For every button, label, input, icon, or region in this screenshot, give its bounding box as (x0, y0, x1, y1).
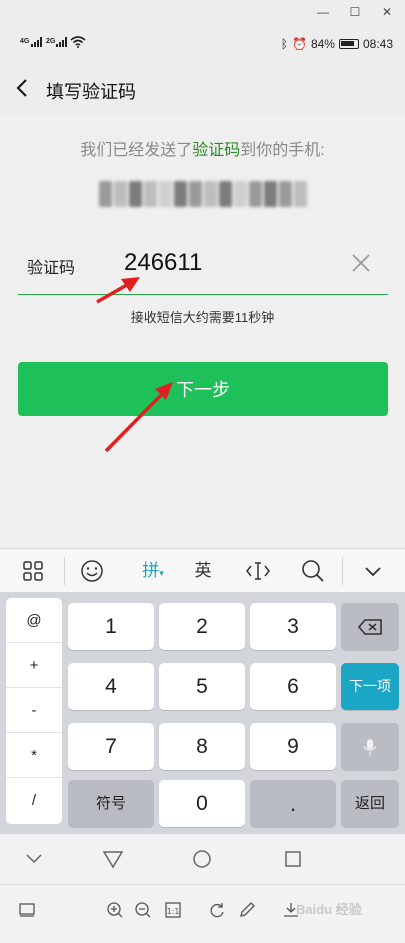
pinyin-input-toggle[interactable]: 拼▾ (134, 559, 172, 583)
digit-key-5[interactable]: 5 (159, 663, 245, 710)
nav-recents-icon[interactable] (284, 850, 302, 868)
digit-key-4[interactable]: 4 (68, 663, 154, 710)
code-label: 验证码 (27, 260, 76, 277)
input-underline (18, 294, 388, 295)
english-input-toggle[interactable]: 英 (188, 559, 218, 583)
grid-menu-icon[interactable] (18, 559, 48, 583)
nav-home-icon[interactable] (192, 849, 212, 869)
status-right: ᛒ ⏰ 84% 08:43 (281, 37, 393, 51)
symbol-key[interactable]: + (6, 643, 62, 688)
verification-code-input[interactable] (124, 246, 324, 280)
digit-key-1[interactable]: 1 (68, 603, 154, 650)
digit-key-9[interactable]: 9 (250, 723, 336, 770)
svg-text:1:1: 1:1 (167, 907, 180, 916)
pinyin-label: 拼 (142, 561, 160, 580)
symbol-key[interactable]: @ (6, 598, 62, 643)
battery-percent: 84% (310, 37, 335, 51)
network-type-2: 2G (46, 38, 56, 45)
microphone-icon (363, 739, 377, 756)
symbol-key[interactable]: - (6, 688, 62, 733)
collapse-keyboard-icon[interactable] (358, 559, 388, 583)
digit-key-8[interactable]: 8 (159, 723, 245, 770)
symbol-key[interactable]: / (6, 778, 62, 823)
cursor-move-icon[interactable] (243, 559, 273, 583)
wifi-icon (70, 36, 86, 48)
clock: 08:43 (362, 37, 393, 51)
battery-icon (338, 39, 359, 49)
watermark: Baidu 经验 (296, 902, 362, 917)
symbols-key[interactable]: 符号 (68, 780, 154, 827)
zoom-in-icon[interactable] (106, 901, 124, 919)
hide-keyboard-icon[interactable] (24, 852, 44, 866)
digit-key-7[interactable]: 7 (68, 723, 154, 770)
numeric-keyboard: @ + - * / 1 2 3 4 5 6 7 8 9 符号 0 . 下一项 返… (0, 592, 405, 834)
signal-icon (31, 37, 42, 47)
next-field-key[interactable]: 下一项 (341, 663, 399, 710)
minimize-icon[interactable]: — (314, 3, 332, 21)
maximize-icon[interactable]: ☐ (346, 3, 364, 21)
clear-icon[interactable] (350, 252, 372, 274)
actual-size-icon[interactable]: 1:1 (164, 901, 182, 919)
alarm-icon: ⏰ (291, 37, 307, 51)
network-type-1: 4G (20, 38, 30, 45)
screen-icon[interactable] (18, 901, 36, 919)
verify-form: 我们已经发送了验证码到你的手机: 验证码 接收短信大约需要11秒钟 下一步 (0, 116, 405, 548)
top-nav: 填写验证码 (0, 64, 405, 116)
backspace-icon (357, 619, 382, 635)
voice-input-key[interactable] (341, 723, 399, 770)
digit-key-6[interactable]: 6 (250, 663, 336, 710)
signal-icon (56, 37, 67, 47)
emoji-icon[interactable] (77, 559, 107, 583)
masked-phone-number (96, 178, 310, 210)
intro-highlight: 验证码 (192, 142, 241, 159)
close-window-icon[interactable]: ✕ (378, 3, 396, 21)
nav-back-icon[interactable] (102, 849, 124, 869)
symbol-column: @ + - * / (6, 598, 62, 824)
status-bar: 4G 2G ᛒ ⏰ 84% 08:43 (0, 24, 405, 64)
next-step-button[interactable]: 下一步 (18, 362, 388, 416)
intro-prefix: 我们已经发送了 (80, 142, 193, 159)
digit-key-3[interactable]: 3 (250, 603, 336, 650)
back-arrow-icon[interactable] (12, 77, 34, 99)
digit-key-2[interactable]: 2 (159, 603, 245, 650)
system-navigation-bar (0, 834, 405, 884)
intro-suffix: 到你的手机: (240, 142, 325, 159)
search-icon[interactable] (298, 559, 328, 583)
dot-key[interactable]: . (250, 780, 336, 827)
keyboard-toolbar: 拼▾ 英 (0, 548, 405, 592)
symbol-key[interactable]: * (6, 733, 62, 778)
zoom-out-icon[interactable] (134, 901, 152, 919)
bluetooth-icon: ᛒ (280, 37, 288, 51)
digit-key-0[interactable]: 0 (159, 780, 245, 827)
viewer-toolbar: 1:1 Baidu 经验 (0, 884, 405, 943)
return-key[interactable]: 返回 (341, 780, 399, 827)
intro-text: 我们已经发送了验证码到你的手机: (0, 136, 405, 160)
rotate-icon[interactable] (208, 901, 226, 919)
edit-pen-icon[interactable] (238, 901, 256, 919)
sms-wait-hint: 接收短信大约需要11秒钟 (130, 310, 275, 325)
page-title: 填写验证码 (46, 82, 136, 102)
window-titlebar: — ☐ ✕ (0, 0, 405, 24)
backspace-key[interactable] (341, 603, 399, 650)
